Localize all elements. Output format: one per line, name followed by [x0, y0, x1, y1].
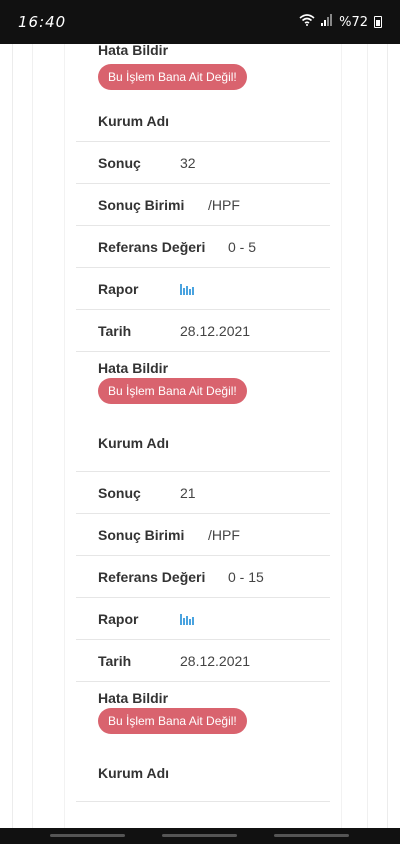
reference-label: Referans Değeri: [98, 238, 206, 255]
report-row: Rapor: [76, 268, 330, 310]
results-list: Hata Bildir Bu İşlem Bana Ait Değil! Kur…: [76, 44, 330, 802]
institution-row: Kurum Adı: [76, 744, 330, 802]
results-page: Hata Bildir Bu İşlem Bana Ait Değil! Kur…: [0, 44, 400, 828]
result-row: Sonuç 21: [76, 472, 330, 514]
date-row: Tarih 28.12.2021: [76, 640, 330, 682]
not-mine-button[interactable]: Bu İşlem Bana Ait Değil!: [98, 708, 247, 734]
unit-value: /HPF: [208, 526, 240, 543]
date-label: Tarih: [98, 652, 132, 669]
date-label: Tarih: [98, 322, 132, 339]
unit-row: Sonuç Birimi /HPF: [76, 514, 330, 556]
nav-back-handle[interactable]: [274, 834, 349, 837]
status-icons: %72: [299, 14, 382, 30]
reference-row: Referans Değeri 0 - 5: [76, 226, 330, 268]
report-label: Rapor: [98, 280, 139, 297]
signal-icon: [321, 14, 333, 30]
unit-label: Sonuç Birimi: [98, 196, 185, 213]
reference-value: 0 - 5: [228, 238, 257, 255]
institution-row: Kurum Adı: [76, 414, 330, 472]
date-value: 28.12.2021: [180, 652, 251, 669]
system-nav-bar: [0, 828, 400, 844]
institution-label: Kurum Adı: [98, 434, 170, 451]
result-label: Sonuç: [98, 484, 141, 501]
not-mine-button[interactable]: Bu İşlem Bana Ait Değil!: [98, 64, 247, 90]
institution-row: Kurum Adı: [76, 100, 330, 142]
institution-label: Kurum Adı: [98, 112, 170, 129]
unit-label: Sonuç Birimi: [98, 526, 185, 543]
error-report-title: Hata Bildir: [98, 360, 169, 376]
reference-row: Referans Değeri 0 - 15: [76, 556, 330, 598]
report-label: Rapor: [98, 610, 139, 627]
error-report-section: Hata Bildir Bu İşlem Bana Ait Değil!: [76, 352, 330, 414]
result-value: 32: [180, 154, 196, 171]
reference-label: Referans Değeri: [98, 568, 206, 585]
result-label: Sonuç: [98, 154, 141, 171]
error-report-section: Hata Bildir Bu İşlem Bana Ait Değil!: [76, 44, 330, 100]
not-mine-button[interactable]: Bu İşlem Bana Ait Değil!: [98, 378, 247, 404]
battery-percent: %72: [339, 14, 368, 30]
date-row: Tarih 28.12.2021: [76, 310, 330, 352]
error-report-title: Hata Bildir: [98, 690, 169, 706]
nav-home-handle[interactable]: [162, 834, 237, 837]
status-bar: 16:40 %72: [0, 0, 400, 44]
bar-chart-icon[interactable]: [180, 282, 194, 300]
unit-row: Sonuç Birimi /HPF: [76, 184, 330, 226]
date-value: 28.12.2021: [180, 322, 251, 339]
unit-value: /HPF: [208, 196, 240, 213]
institution-label: Kurum Adı: [98, 764, 170, 781]
wifi-icon: [299, 14, 315, 30]
nav-recents-handle[interactable]: [50, 834, 125, 837]
result-value: 21: [180, 484, 196, 501]
status-time: 16:40: [18, 13, 67, 31]
reference-value: 0 - 15: [228, 568, 264, 585]
report-row: Rapor: [76, 598, 330, 640]
result-row: Sonuç 32: [76, 142, 330, 184]
error-report-section: Hata Bildir Bu İşlem Bana Ait Değil!: [76, 682, 330, 744]
bar-chart-icon[interactable]: [180, 612, 194, 630]
error-report-title: Hata Bildir: [98, 44, 169, 58]
battery-icon: [374, 16, 382, 28]
